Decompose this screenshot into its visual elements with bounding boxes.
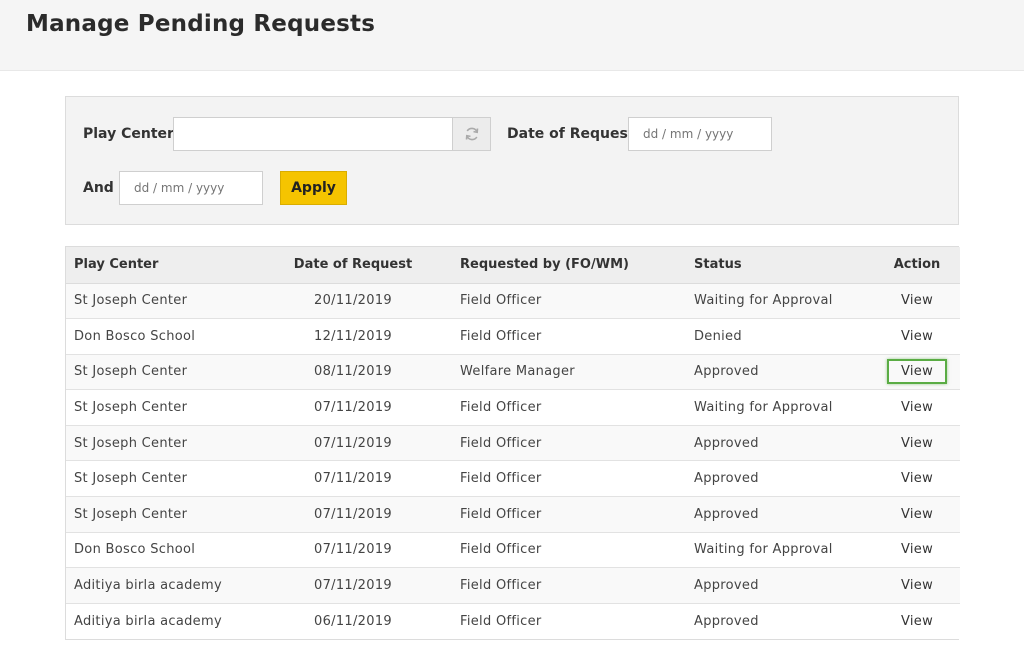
and-label: And (83, 180, 114, 196)
view-link[interactable]: View (889, 609, 945, 634)
cell-action: View (874, 389, 960, 426)
cell-date: 06/11/2019 (254, 603, 452, 639)
cell-play-center: St Joseph Center (66, 460, 254, 498)
refresh-button[interactable] (452, 117, 491, 151)
cell-play-center: Aditiya birla academy (66, 603, 254, 639)
table-row: Don Bosco School 12/11/2019 Field Officer D… (66, 318, 960, 355)
cell-action: View (874, 567, 960, 604)
table-row: St Joseph Center 07/11/2019 Field Officer A… (66, 496, 960, 533)
cell-action: View (874, 425, 960, 462)
cell-date: 07/11/2019 (254, 532, 452, 569)
cell-status: Approved (686, 354, 874, 391)
cell-play-center: Don Bosco School (66, 532, 254, 569)
cell-status: Denied (686, 318, 874, 355)
cell-play-center: St Joseph Center (66, 354, 254, 391)
cell-action: View (874, 318, 960, 355)
view-link[interactable]: View (889, 395, 945, 420)
cell-date: 07/11/2019 (254, 425, 452, 462)
cell-action: View (874, 283, 960, 320)
cell-action: View (874, 532, 960, 569)
view-link[interactable]: View (889, 466, 945, 491)
cell-action: View (874, 460, 960, 498)
cell-requested-by: Field Officer (452, 389, 686, 426)
header-requested-by: Requested by (FO/WM) (452, 247, 686, 284)
table-row: St Joseph Center 07/11/2019 Field Officer A… (66, 460, 960, 498)
header-date-of-request: Date of Request (254, 247, 452, 284)
header-action: Action (874, 247, 960, 284)
cell-requested-by: Field Officer (452, 460, 686, 498)
cell-action: View (874, 496, 960, 533)
cell-play-center: St Joseph Center (66, 496, 254, 533)
cell-date: 07/11/2019 (254, 496, 452, 533)
cell-action: View (874, 603, 960, 639)
date-of-request-label: Date of Request (507, 126, 635, 142)
cell-play-center: St Joseph Center (66, 389, 254, 426)
cell-status: Approved (686, 460, 874, 498)
table-row: St Joseph Center 07/11/2019 Field Officer A… (66, 425, 960, 462)
table-row: Don Bosco School 07/11/2019 Field Officer W… (66, 532, 960, 569)
table-row: St Joseph Center 07/11/2019 Field Officer W… (66, 389, 960, 426)
requests-table: Play Center Date of Request Requested by… (65, 246, 960, 640)
view-link[interactable]: View (889, 573, 945, 598)
filter-panel: Play Center Date of Request And Apply (65, 96, 959, 225)
cell-requested-by: Field Officer (452, 496, 686, 533)
table-row: St Joseph Center 20/11/2019 Field Officer W… (66, 283, 960, 320)
table-row: Aditiya birla academy 07/11/2019 Field Off… (66, 567, 960, 604)
view-link[interactable]: View (889, 502, 945, 527)
date-from-input[interactable] (628, 117, 772, 151)
table-row: Aditiya birla academy 06/11/2019 Field Off… (66, 603, 960, 639)
view-link[interactable]: View (889, 431, 945, 456)
cell-requested-by: Field Officer (452, 603, 686, 639)
cell-status: Waiting for Approval (686, 283, 874, 320)
page-header: Manage Pending Requests (0, 0, 1024, 71)
apply-button[interactable]: Apply (280, 171, 347, 205)
view-link[interactable]: View (889, 537, 945, 562)
cell-date: 07/11/2019 (254, 567, 452, 604)
play-center-input[interactable] (173, 117, 453, 151)
cell-action: View (874, 354, 960, 391)
header-play-center: Play Center (66, 247, 254, 284)
cell-requested-by: Field Officer (452, 318, 686, 355)
cell-date: 07/11/2019 (254, 460, 452, 498)
date-to-input[interactable] (119, 171, 263, 205)
cell-play-center: St Joseph Center (66, 283, 254, 320)
table-header-row: Play Center Date of Request Requested by… (66, 247, 960, 284)
cell-status: Approved (686, 603, 874, 639)
cell-play-center: Aditiya birla academy (66, 567, 254, 604)
cell-date: 20/11/2019 (254, 283, 452, 320)
cell-requested-by: Field Officer (452, 283, 686, 320)
header-status: Status (686, 247, 874, 284)
cell-date: 12/11/2019 (254, 318, 452, 355)
cell-status: Approved (686, 425, 874, 462)
refresh-icon (465, 127, 478, 141)
cell-status: Waiting for Approval (686, 532, 874, 569)
cell-status: Approved (686, 496, 874, 533)
cell-date: 08/11/2019 (254, 354, 452, 391)
view-link[interactable]: View (889, 324, 945, 349)
cell-status: Approved (686, 567, 874, 604)
cell-requested-by: Field Officer (452, 425, 686, 462)
play-center-label: Play Center (83, 126, 174, 142)
cell-play-center: St Joseph Center (66, 425, 254, 462)
cell-requested-by: Field Officer (452, 532, 686, 569)
cell-play-center: Don Bosco School (66, 318, 254, 355)
cell-status: Waiting for Approval (686, 389, 874, 426)
cell-requested-by: Field Officer (452, 567, 686, 604)
view-link[interactable]: View (886, 359, 948, 385)
cell-requested-by: Welfare Manager (452, 354, 686, 391)
cell-date: 07/11/2019 (254, 389, 452, 426)
page-title: Manage Pending Requests (26, 11, 376, 37)
table-row: St Joseph Center 08/11/2019 Welfare Manage… (66, 354, 960, 391)
view-link[interactable]: View (889, 288, 945, 313)
